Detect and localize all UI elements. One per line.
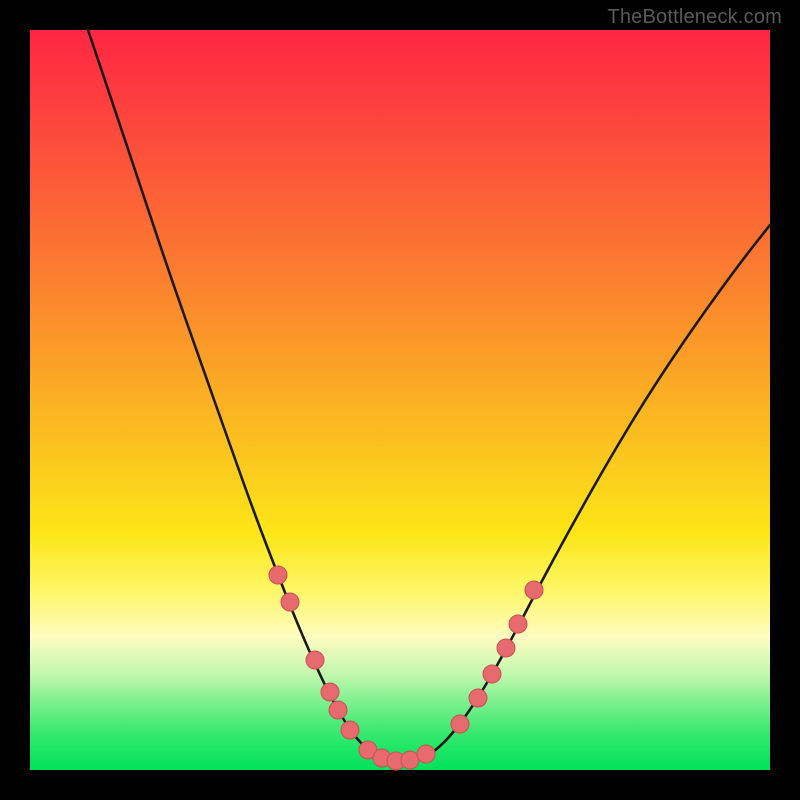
data-dot (329, 701, 347, 719)
data-dot (306, 651, 324, 669)
chart-frame: TheBottleneck.com (0, 0, 800, 800)
curve-svg (30, 30, 770, 770)
data-dot (525, 581, 543, 599)
data-dot (341, 721, 359, 739)
bottleneck-curve (88, 30, 770, 763)
data-dot (401, 751, 419, 769)
data-dot (509, 615, 527, 633)
data-dot (269, 566, 287, 584)
data-dot (417, 745, 435, 763)
data-dot (469, 689, 487, 707)
data-dot (281, 593, 299, 611)
data-dot (321, 683, 339, 701)
data-dot (497, 639, 515, 657)
data-dots (269, 566, 543, 770)
data-dot (483, 665, 501, 683)
attribution-label: TheBottleneck.com (607, 6, 782, 29)
data-dot (451, 715, 469, 733)
plot-area (30, 30, 770, 770)
